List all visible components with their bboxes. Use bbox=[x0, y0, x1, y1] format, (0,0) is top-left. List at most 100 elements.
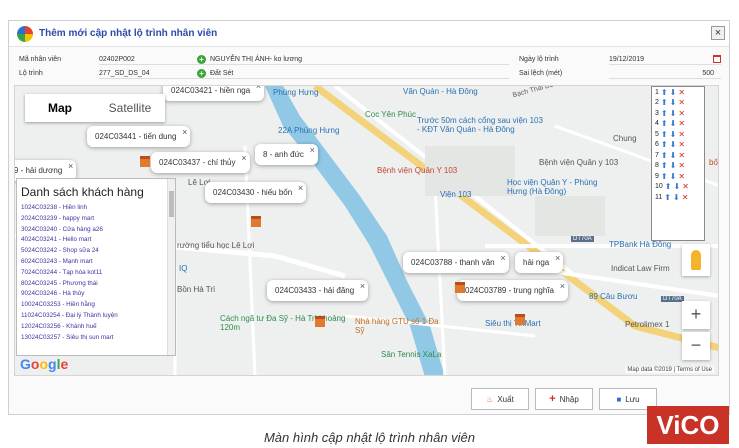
close-icon[interactable]: × bbox=[298, 183, 303, 193]
move-up-icon[interactable]: ⬆ bbox=[665, 182, 672, 191]
customer-list-item[interactable]: 7024C03244 - Tạp hóa kot11 bbox=[17, 268, 175, 279]
store-pin-icon[interactable] bbox=[140, 156, 150, 168]
customer-list-item[interactable]: 11024C03254 - Đại lý Thành luyện bbox=[17, 311, 175, 322]
label-cau-buou: 89 Câu Bươu bbox=[589, 292, 638, 301]
remove-icon[interactable]: ✕ bbox=[678, 119, 685, 128]
map-bubble-4[interactable]: 8 - anh đức × bbox=[255, 144, 318, 165]
zoom-out-button[interactable]: − bbox=[682, 332, 710, 360]
map-bubble-3[interactable]: 024C03437 - chí thủy × bbox=[151, 152, 250, 173]
move-down-icon[interactable]: ⬇ bbox=[670, 88, 677, 97]
map-attribution: Map data ©2019 | Terms of Use bbox=[625, 367, 714, 373]
move-up-icon[interactable]: ⬆ bbox=[661, 140, 668, 149]
customer-list-item[interactable]: 6024C03243 - Mạnh mart bbox=[17, 257, 175, 268]
close-icon[interactable]: × bbox=[68, 161, 73, 171]
close-icon[interactable]: × bbox=[500, 253, 505, 263]
remove-icon[interactable]: ✕ bbox=[678, 130, 685, 139]
move-up-icon[interactable]: ⬆ bbox=[661, 172, 668, 181]
deviation-line bbox=[609, 67, 721, 79]
customer-list-item[interactable]: 13024C03257 - Siêu thị sun mart bbox=[17, 333, 175, 344]
remove-icon[interactable]: ✕ bbox=[682, 182, 689, 191]
move-up-icon[interactable]: ⬆ bbox=[661, 109, 668, 118]
close-icon[interactable]: × bbox=[256, 86, 261, 91]
move-up-icon[interactable]: ⬆ bbox=[661, 161, 668, 170]
move-down-icon[interactable]: ⬇ bbox=[670, 119, 677, 128]
store-pin-icon[interactable] bbox=[455, 282, 465, 294]
close-icon[interactable]: × bbox=[310, 145, 315, 155]
label-phung-hung: Phùng Hưng bbox=[273, 88, 319, 97]
bubble-text: 024C03421 - hiền nga bbox=[171, 86, 251, 95]
route-order-number: 9 bbox=[655, 172, 659, 180]
zoom-in-button[interactable]: + bbox=[682, 301, 710, 329]
label-truong-le-loi: rường tiểu học Lê Lợi bbox=[177, 241, 255, 250]
close-button[interactable]: × bbox=[711, 26, 725, 40]
move-down-icon[interactable]: ⬇ bbox=[673, 193, 680, 202]
map-bubble-5[interactable]: 024C03430 - hiếu bốn × bbox=[205, 182, 307, 203]
store-pin-icon[interactable] bbox=[251, 216, 261, 228]
scroll-thumb[interactable] bbox=[169, 191, 174, 217]
move-down-icon[interactable]: ⬇ bbox=[670, 140, 677, 149]
remove-icon[interactable]: ✕ bbox=[682, 193, 689, 202]
route-order-number: 11 bbox=[655, 193, 663, 201]
move-down-icon[interactable]: ⬇ bbox=[670, 109, 677, 118]
customer-list-item[interactable]: 3024C03240 - Cửa hàng a26 bbox=[17, 225, 175, 236]
move-up-icon[interactable]: ⬆ bbox=[661, 98, 668, 107]
close-icon[interactable]: × bbox=[560, 281, 565, 291]
map-bubble-10[interactable]: 024C03433 - hải đăng × bbox=[267, 280, 369, 301]
customer-list-item[interactable]: 8024C03245 - Phương thái bbox=[17, 279, 175, 290]
move-up-icon[interactable]: ⬆ bbox=[661, 119, 668, 128]
label-san-tennis: Sân Tennis XaLa bbox=[381, 350, 442, 359]
move-down-icon[interactable]: ⬇ bbox=[674, 182, 681, 191]
remove-icon[interactable]: ✕ bbox=[678, 109, 685, 118]
export-button[interactable]: ♨ Xuất bbox=[471, 388, 529, 410]
move-up-icon[interactable]: ⬆ bbox=[661, 130, 668, 139]
map-type-map-button[interactable]: Map bbox=[25, 94, 95, 122]
map-bubble-2[interactable]: 024C03441 - tiến dung × bbox=[87, 126, 191, 147]
map-bubble-9[interactable]: 024C03789 - trung nghĩa × bbox=[457, 280, 568, 301]
customer-list-item[interactable]: 9024C03246 - Hà thủy bbox=[17, 289, 175, 300]
move-down-icon[interactable]: ⬇ bbox=[670, 130, 677, 139]
move-down-icon[interactable]: ⬇ bbox=[670, 161, 677, 170]
map-bubble-1[interactable]: 024C03421 - hiền nga × bbox=[163, 86, 265, 101]
import-button[interactable]: + Nhập bbox=[535, 388, 593, 410]
store-pin-icon[interactable] bbox=[315, 316, 325, 328]
remove-icon[interactable]: ✕ bbox=[678, 140, 685, 149]
store-pin-icon[interactable] bbox=[515, 314, 525, 326]
customer-list-item[interactable]: 10024C03253 - Hiền hằng bbox=[17, 300, 175, 311]
customer-list-item[interactable]: 4024C03241 - Hello mart bbox=[17, 235, 175, 246]
move-down-icon[interactable]: ⬇ bbox=[670, 172, 677, 181]
move-up-icon[interactable]: ⬆ bbox=[661, 151, 668, 160]
map-type-satellite-button[interactable]: Satellite bbox=[95, 94, 165, 122]
route-map[interactable]: Phùng Hưng Văn Quán - Hà Đông Bạch Thái … bbox=[14, 85, 719, 376]
move-down-icon[interactable]: ⬇ bbox=[670, 98, 677, 107]
close-icon[interactable]: × bbox=[360, 281, 365, 291]
route-order-number: 4 bbox=[655, 120, 659, 128]
customer-list-item[interactable]: 1024C03238 - Hiền linh bbox=[17, 203, 175, 214]
close-icon[interactable]: × bbox=[241, 153, 246, 163]
remove-icon[interactable]: ✕ bbox=[678, 172, 685, 181]
street-view-pegman-icon[interactable] bbox=[682, 244, 710, 276]
remove-icon[interactable]: ✕ bbox=[678, 88, 685, 97]
customer-list-item[interactable]: 12024C03256 - Khánh huế bbox=[17, 322, 175, 333]
deviation-label: Sai lệch (mét) bbox=[519, 69, 563, 77]
customer-list-item[interactable]: 2024C03239 - happy mart bbox=[17, 214, 175, 225]
label-sieu-thi: Siêu thị TinMart bbox=[485, 319, 541, 328]
move-down-icon[interactable]: ⬇ bbox=[670, 151, 677, 160]
remove-icon[interactable]: ✕ bbox=[678, 151, 685, 160]
map-bubble-7[interactable]: 024C03788 - thanh văn × bbox=[403, 252, 509, 273]
map-bubble-8[interactable]: hải nga × bbox=[515, 252, 564, 273]
route-order-panel: 1 ⬆ ⬇ ✕ 2 ⬆ ⬇ ✕ 3 ⬆ ⬇ ✕ 4 ⬆ ⬇ ✕ 5 ⬆ ⬇ ✕ 6 ⬆ ⬇ ✕ 7 ⬆ ⬇ ✕ 8 ⬆ ⬇ ✕ 9 ⬆ ⬇ ✕ 10 ⬆ ⬇… bbox=[651, 86, 705, 241]
remove-icon[interactable]: ✕ bbox=[678, 161, 685, 170]
employee-code-label: Mã nhân viên bbox=[19, 55, 62, 63]
label-vien-103: Viện 103 bbox=[440, 190, 472, 199]
move-up-icon[interactable]: ⬆ bbox=[661, 88, 668, 97]
customer-list-item[interactable]: 5024C03242 - Shop sữa 24 bbox=[17, 246, 175, 257]
route-order-row: 7 ⬆ ⬇ ✕ bbox=[652, 150, 704, 161]
customer-list-scrollbar[interactable] bbox=[167, 179, 175, 355]
remove-icon[interactable]: ✕ bbox=[678, 98, 685, 107]
route-order-number: 7 bbox=[655, 151, 659, 159]
close-icon[interactable]: × bbox=[555, 253, 560, 263]
route-order-row: 8 ⬆ ⬇ ✕ bbox=[652, 161, 704, 172]
close-icon[interactable]: × bbox=[182, 127, 187, 137]
customer-list-title: Danh sách khách hàng bbox=[21, 185, 144, 199]
move-up-icon[interactable]: ⬆ bbox=[664, 193, 671, 202]
